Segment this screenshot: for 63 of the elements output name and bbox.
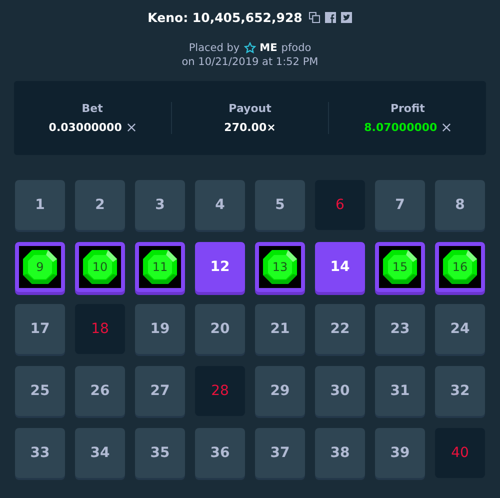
currency-icon	[442, 123, 452, 132]
keno-tile[interactable]: 13	[255, 242, 305, 292]
keno-tile[interactable]: 15	[375, 242, 425, 292]
date-text: on 10/21/2019 at 1:52 PM	[180, 56, 320, 68]
keno-tile[interactable]: 26	[75, 366, 125, 416]
keno-tile[interactable]: 19	[135, 304, 185, 354]
keno-tile[interactable]: 36	[195, 428, 245, 478]
keno-tile[interactable]: 34	[75, 428, 125, 478]
gem-icon	[382, 249, 418, 285]
keno-tile[interactable]: 33	[15, 428, 65, 478]
keno-tile[interactable]: 5	[255, 180, 305, 230]
keno-tile[interactable]: 21	[255, 304, 305, 354]
stat-label: Payout	[228, 102, 272, 115]
keno-tile[interactable]: 35	[135, 428, 185, 478]
currency-icon	[126, 123, 136, 132]
keno-tile[interactable]: 38	[315, 428, 365, 478]
keno-tile[interactable]: 25	[15, 366, 65, 416]
keno-tile[interactable]: 18	[75, 304, 125, 354]
keno-tile[interactable]: 37	[255, 428, 305, 478]
username-link[interactable]: pfodo	[281, 42, 312, 54]
stat-value: 270.00×	[224, 121, 276, 134]
keno-tile[interactable]: 12	[195, 242, 245, 292]
keno-tile[interactable]: 32	[435, 366, 485, 416]
keno-tile[interactable]: 14	[315, 242, 365, 292]
stat-label: Profit	[390, 102, 425, 115]
bet-title: Keno: 10,405,652,928	[148, 10, 302, 25]
keno-tile[interactable]: 11	[135, 242, 185, 292]
copy-icon[interactable]	[309, 12, 320, 23]
keno-tile[interactable]: 7	[375, 180, 425, 230]
keno-tile[interactable]: 27	[135, 366, 185, 416]
stat-label: Bet	[82, 102, 103, 115]
gem-icon	[22, 249, 58, 285]
keno-tile[interactable]: 30	[315, 366, 365, 416]
keno-tile[interactable]: 28	[195, 366, 245, 416]
keno-tile[interactable]: 6	[315, 180, 365, 230]
rank-label: ME	[260, 42, 278, 54]
keno-tile[interactable]: 22	[315, 304, 365, 354]
keno-tile[interactable]: 24	[435, 304, 485, 354]
keno-tile[interactable]: 1	[15, 180, 65, 230]
keno-tile[interactable]: 10	[75, 242, 125, 292]
stat-value: 8.07000000	[364, 121, 438, 134]
keno-tile[interactable]: 2	[75, 180, 125, 230]
gem-icon	[82, 249, 118, 285]
keno-tile[interactable]: 17	[15, 304, 65, 354]
keno-tile[interactable]: 20	[195, 304, 245, 354]
gem-icon	[442, 249, 478, 285]
twitter-icon[interactable]	[341, 12, 352, 23]
keno-tile[interactable]: 16	[435, 242, 485, 292]
facebook-icon[interactable]	[325, 12, 336, 23]
keno-tile[interactable]: 23	[375, 304, 425, 354]
keno-tile[interactable]: 31	[375, 366, 425, 416]
stat-value: 0.03000000	[48, 121, 122, 134]
keno-tile[interactable]: 39	[375, 428, 425, 478]
keno-tile[interactable]: 3	[135, 180, 185, 230]
star-icon	[244, 42, 256, 54]
keno-tile[interactable]: 4	[195, 180, 245, 230]
gem-icon	[142, 249, 178, 285]
keno-tile[interactable]: 9	[15, 242, 65, 292]
keno-tile[interactable]: 8	[435, 180, 485, 230]
keno-tile[interactable]: 29	[255, 366, 305, 416]
placed-by-label: Placed by	[188, 42, 240, 54]
gem-icon	[262, 249, 298, 285]
keno-tile[interactable]: 40	[435, 428, 485, 478]
